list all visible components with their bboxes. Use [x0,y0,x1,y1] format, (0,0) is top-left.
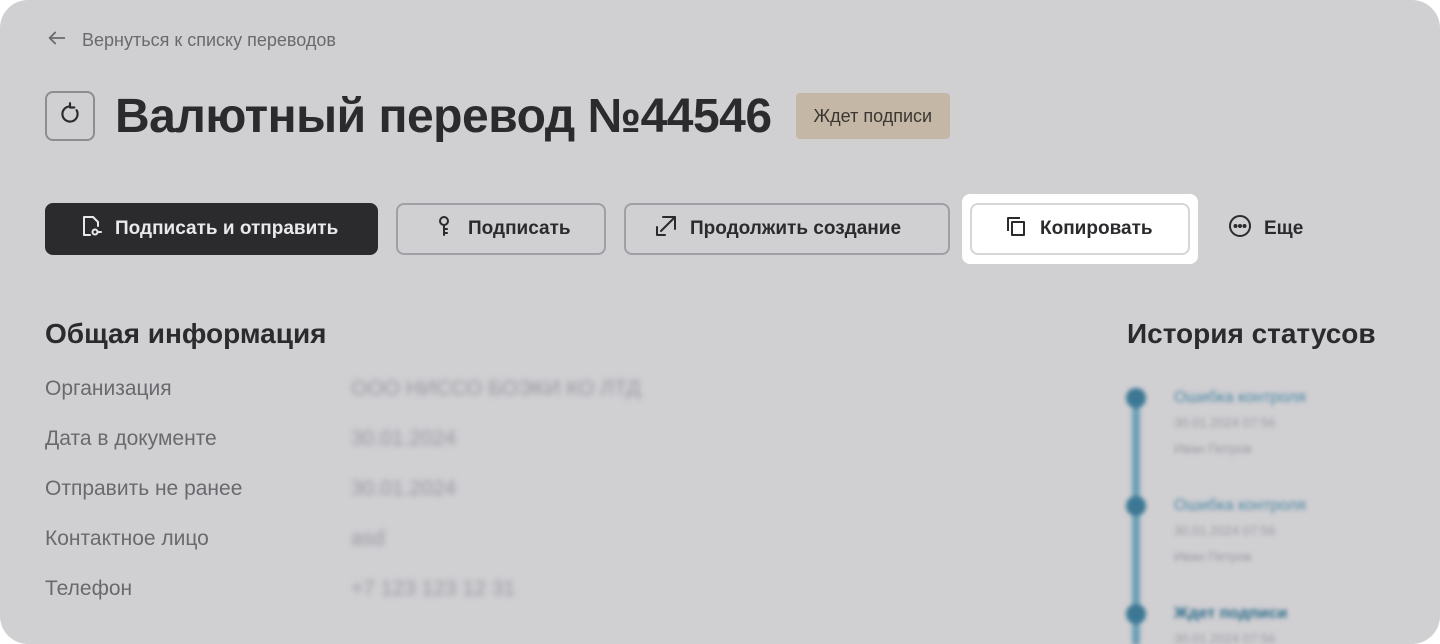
sign-and-send-button[interactable]: Подписать и отправить [45,203,378,255]
toolbar: Подписать и отправить Подписать Продолжи… [45,194,1325,264]
timeline-status[interactable]: Ошибка контроля [1174,386,1414,410]
info-label: Контактное лицо [45,527,209,550]
timeline-item: Ошибка контроля 30.01.2024 07:56 Иван Пе… [1174,494,1414,570]
timeline-status[interactable]: Ждет подписи [1174,602,1414,626]
timeline-dot [1126,604,1146,624]
timeline-author: Иван Петров [1174,441,1252,456]
title-row: Валютный перевод №44546 Ждет подписи [45,86,951,146]
info-row-contact-person: Контактное лицо asd [45,514,641,564]
status-badge: Ждет подписи [795,93,951,139]
info-value: 30.01.2024 [351,477,457,500]
timeline-dot [1126,496,1146,516]
timeline-author: Иван Петров [1174,549,1252,564]
document-key-icon [79,214,103,244]
page-frame: Вернуться к списку переводов Валютный пе… [0,0,1440,644]
info-value: asd [351,527,385,550]
status-timeline: Ошибка контроля 30.01.2024 07:56 Иван Пе… [1118,384,1418,644]
back-link[interactable]: Вернуться к списку переводов [46,26,336,54]
general-info-table: Организация ООО НИССО БОЭКИ КО ЛТД Дата … [45,364,641,614]
refresh-icon [57,101,83,132]
info-value: +7 123 123 12 31 [351,577,516,600]
info-row-organization: Организация ООО НИССО БОЭКИ КО ЛТД [45,364,641,414]
continue-creation-button[interactable]: Продолжить создание [624,203,950,255]
continue-creation-label: Продолжить создание [690,218,902,239]
timeline-datetime: 30.01.2024 07:56 [1174,415,1276,430]
info-value: ООО НИССО БОЭКИ КО ЛТД [351,377,641,400]
timeline-datetime: 30.01.2024 07:56 [1174,631,1276,644]
sign-button[interactable]: Подписать [396,203,606,255]
copy-highlight: Копировать [962,194,1198,264]
timeline-datetime: 30.01.2024 07:56 [1174,523,1276,538]
info-row-phone: Телефон +7 123 123 12 31 [45,564,641,614]
page-title: Валютный перевод №44546 [115,89,772,143]
more-label: Еще [1264,218,1304,239]
status-history-title: История статусов [1127,318,1376,349]
info-value: 30.01.2024 [351,427,457,450]
info-row-document-date: Дата в документе 30.01.2024 [45,414,641,464]
sign-and-send-label: Подписать и отправить [115,218,339,239]
copy-icon [1004,214,1028,244]
timeline-item: Ждет подписи 30.01.2024 07:56 [1174,602,1414,644]
back-link-label: Вернуться к списку переводов [82,29,336,50]
timeline-item: Ошибка контроля 30.01.2024 07:56 Иван Пе… [1174,386,1414,462]
copy-label: Копировать [1040,218,1153,239]
timeline-dot [1126,388,1146,408]
timeline-status[interactable]: Ошибка контроля [1174,494,1414,518]
more-button[interactable]: Еще [1208,203,1325,255]
arrow-left-icon [46,27,68,54]
info-row-send-not-before: Отправить не ранее 30.01.2024 [45,464,641,514]
edit-document-icon [654,214,678,244]
info-label: Телефон [45,577,133,600]
more-dots-icon [1228,214,1252,244]
general-info-title: Общая информация [45,318,327,349]
sign-label: Подписать [468,218,571,239]
info-label: Дата в документе [45,427,217,450]
info-label: Отправить не ранее [45,477,243,500]
refresh-button[interactable] [45,91,95,141]
info-label: Организация [45,377,172,400]
key-icon [432,214,456,244]
copy-button[interactable]: Копировать [970,203,1190,255]
